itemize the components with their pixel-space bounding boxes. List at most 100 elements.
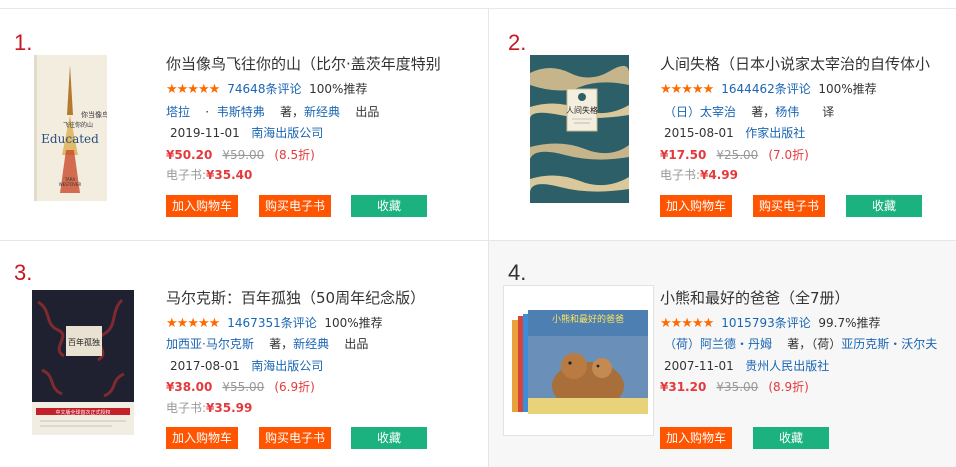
review-count-link[interactable]: 1644462条评论 (721, 82, 810, 96)
author-role: 著，（荷） (787, 337, 842, 351)
ebook-row: 电子书:¥35.99 (166, 400, 252, 416)
publisher-link[interactable]: 贵州人民出版社 (745, 359, 829, 373)
original-price: ¥25.00 (716, 148, 759, 162)
price-row: ¥50.20 ¥59.00 (8.5折) (166, 147, 315, 163)
svg-text:百年孤独: 百年孤独 (68, 337, 100, 347)
favorite-button[interactable]: 收藏 (753, 427, 829, 449)
svg-text:飞往你的山: 飞往你的山 (63, 121, 93, 129)
current-price: ¥38.00 (166, 380, 213, 394)
ebook-price: ¥35.99 (206, 401, 253, 415)
book-title-link[interactable]: 小熊和最好的爸爸（全7册） (660, 288, 950, 308)
publisher-link[interactable]: 南海出版公司 (251, 359, 323, 373)
cover-image-solitude: 百年孤独 中文版全球首次正式授权 (32, 290, 134, 435)
review-count-link[interactable]: 1467351条评论 (227, 316, 316, 330)
book-title-link[interactable]: 马尔克斯：百年孤独（50周年纪念版） (166, 288, 466, 308)
author-role: 著， (269, 337, 294, 351)
buy-ebook-button[interactable]: 购买电子书 (259, 427, 331, 449)
rating-stars: ★★★★★ (166, 82, 220, 97)
publisher-link[interactable]: 作家出版社 (745, 126, 805, 140)
svg-text:人间失格: 人间失格 (566, 105, 598, 115)
book-cover[interactable]: 小熊和最好的爸爸 (503, 285, 654, 436)
producer-link[interactable]: 新经典 (293, 337, 329, 351)
author-role: 著， (280, 105, 305, 119)
rating-stars: ★★★★★ (660, 82, 714, 97)
original-price: ¥55.00 (222, 380, 265, 394)
cover-image-little-bear: 小熊和最好的爸爸 (504, 286, 653, 435)
buy-ebook-button[interactable]: 购买电子书 (753, 195, 825, 217)
discount: (7.0折) (768, 148, 809, 162)
author-link[interactable]: 塔拉 (166, 105, 190, 119)
producer-link[interactable]: 新经典 (304, 105, 340, 119)
ebook-label: 电子书: (660, 168, 701, 182)
svg-text:Educated: Educated (41, 132, 99, 146)
rating-stars: ★★★★★ (166, 316, 220, 331)
rank-number: 4. (508, 260, 527, 285)
publish-date: 2015-08-01 (664, 126, 734, 140)
add-to-cart-button[interactable]: 加入购物车 (166, 427, 238, 449)
cover-image-no-longer-human: 人间失格 (530, 55, 629, 203)
original-price: ¥59.00 (222, 148, 265, 162)
discount: (6.9折) (274, 380, 315, 394)
translator-role: 译 (822, 105, 835, 119)
author-line: 加西亚·马尔克斯 著，新经典 出品 (166, 336, 368, 352)
svg-text:小熊和最好的爸爸: 小熊和最好的爸爸 (552, 313, 624, 325)
book-title-link[interactable]: 你当像鸟飞往你的山（比尔·盖茨年度特别 (166, 54, 466, 74)
recommend-rate: 99.7%推荐 (818, 316, 881, 330)
book-cover[interactable]: 百年孤独 中文版全球首次正式授权 (32, 290, 134, 435)
book-title-link[interactable]: 人间失格（日本小说家太宰治的自传体小 (660, 54, 950, 74)
separator-dot: · (205, 105, 210, 119)
author-line: （荷）阿兰德・丹姆 著，（荷）亚历克斯・沃尔夫 (664, 336, 937, 352)
recommend-rate: 100%推荐 (324, 316, 383, 330)
recommend-rate: 100%推荐 (818, 82, 877, 96)
author-role: 著， (751, 105, 776, 119)
buy-ebook-button[interactable]: 购买电子书 (259, 195, 331, 217)
discount: (8.5折) (274, 148, 315, 162)
book-cover[interactable]: 人间失格 (530, 55, 629, 203)
publisher-link[interactable]: 南海出版公司 (251, 126, 323, 140)
favorite-button[interactable]: 收藏 (846, 195, 922, 217)
ebook-price: ¥4.99 (700, 168, 739, 182)
book-cover[interactable]: 你当像鸟 飞往你的山 Educated TARA WESTOVER (34, 55, 107, 201)
price-row: ¥17.50 ¥25.00 (7.0折) (660, 147, 809, 163)
author-link[interactable]: （日）太宰治 (664, 105, 736, 119)
recommend-rate: 100%推荐 (309, 82, 368, 96)
book-item-2: 2. 人间失格 人间失格（日本小说家太宰治的自传体小 ★★★★★ 1644462条… (489, 9, 956, 240)
review-count-link[interactable]: 1015793条评论 (721, 316, 810, 330)
rank-number: 3. (14, 260, 33, 285)
producer-role: 出品 (344, 337, 369, 351)
ebook-label: 电子书: (166, 168, 207, 182)
publish-date: 2007-11-01 (664, 359, 734, 373)
current-price: ¥50.20 (166, 148, 213, 162)
svg-text:WESTOVER: WESTOVER (59, 182, 82, 187)
cover-image-educated: 你当像鸟 飞往你的山 Educated TARA WESTOVER (34, 55, 107, 201)
author-link[interactable]: 加西亚·马尔克斯 (166, 337, 254, 351)
ebook-row: 电子书:¥35.40 (166, 167, 252, 183)
favorite-button[interactable]: 收藏 (351, 195, 427, 217)
translator-link[interactable]: 杨伟 (775, 105, 799, 119)
ebook-row: 电子书:¥4.99 (660, 167, 738, 183)
price-row: ¥38.00 ¥55.00 (6.9折) (166, 379, 315, 395)
rank-number: 2. (508, 30, 527, 55)
add-to-cart-button[interactable]: 加入购物车 (660, 195, 732, 217)
rank-number: 1. (14, 30, 33, 55)
author-line: （日）太宰治 著，杨伟 译 (664, 104, 834, 120)
ebook-label: 电子书: (166, 401, 207, 415)
favorite-button[interactable]: 收藏 (351, 427, 427, 449)
author-link[interactable]: 亚历克斯・沃尔夫 (841, 337, 937, 351)
add-to-cart-button[interactable]: 加入购物车 (166, 195, 238, 217)
original-price: ¥35.00 (716, 380, 759, 394)
publish-date: 2019-11-01 (170, 126, 240, 140)
author-link[interactable]: 韦斯特弗 (217, 105, 265, 119)
rating-stars: ★★★★★ (660, 316, 714, 331)
discount: (8.9折) (768, 380, 809, 394)
book-item-1: 1. 你当像鸟 飞往你的山 Educated TARA WESTOVER 你当像… (0, 9, 488, 240)
current-price: ¥17.50 (660, 148, 707, 162)
author-line: 塔拉 · 韦斯特弗 著，新经典 出品 (166, 104, 379, 120)
publish-date: 2017-08-01 (170, 359, 240, 373)
producer-role: 出品 (355, 105, 380, 119)
book-item-4: 4. 小熊和最好的爸爸 小熊和最好的爸爸（全7册） ★★★★★ 1015793条评… (489, 241, 956, 467)
add-to-cart-button[interactable]: 加入购物车 (660, 427, 732, 449)
review-count-link[interactable]: 74648条评论 (227, 82, 301, 96)
author-link[interactable]: （荷）阿兰德・丹姆 (664, 337, 772, 351)
ebook-price: ¥35.40 (206, 168, 253, 182)
